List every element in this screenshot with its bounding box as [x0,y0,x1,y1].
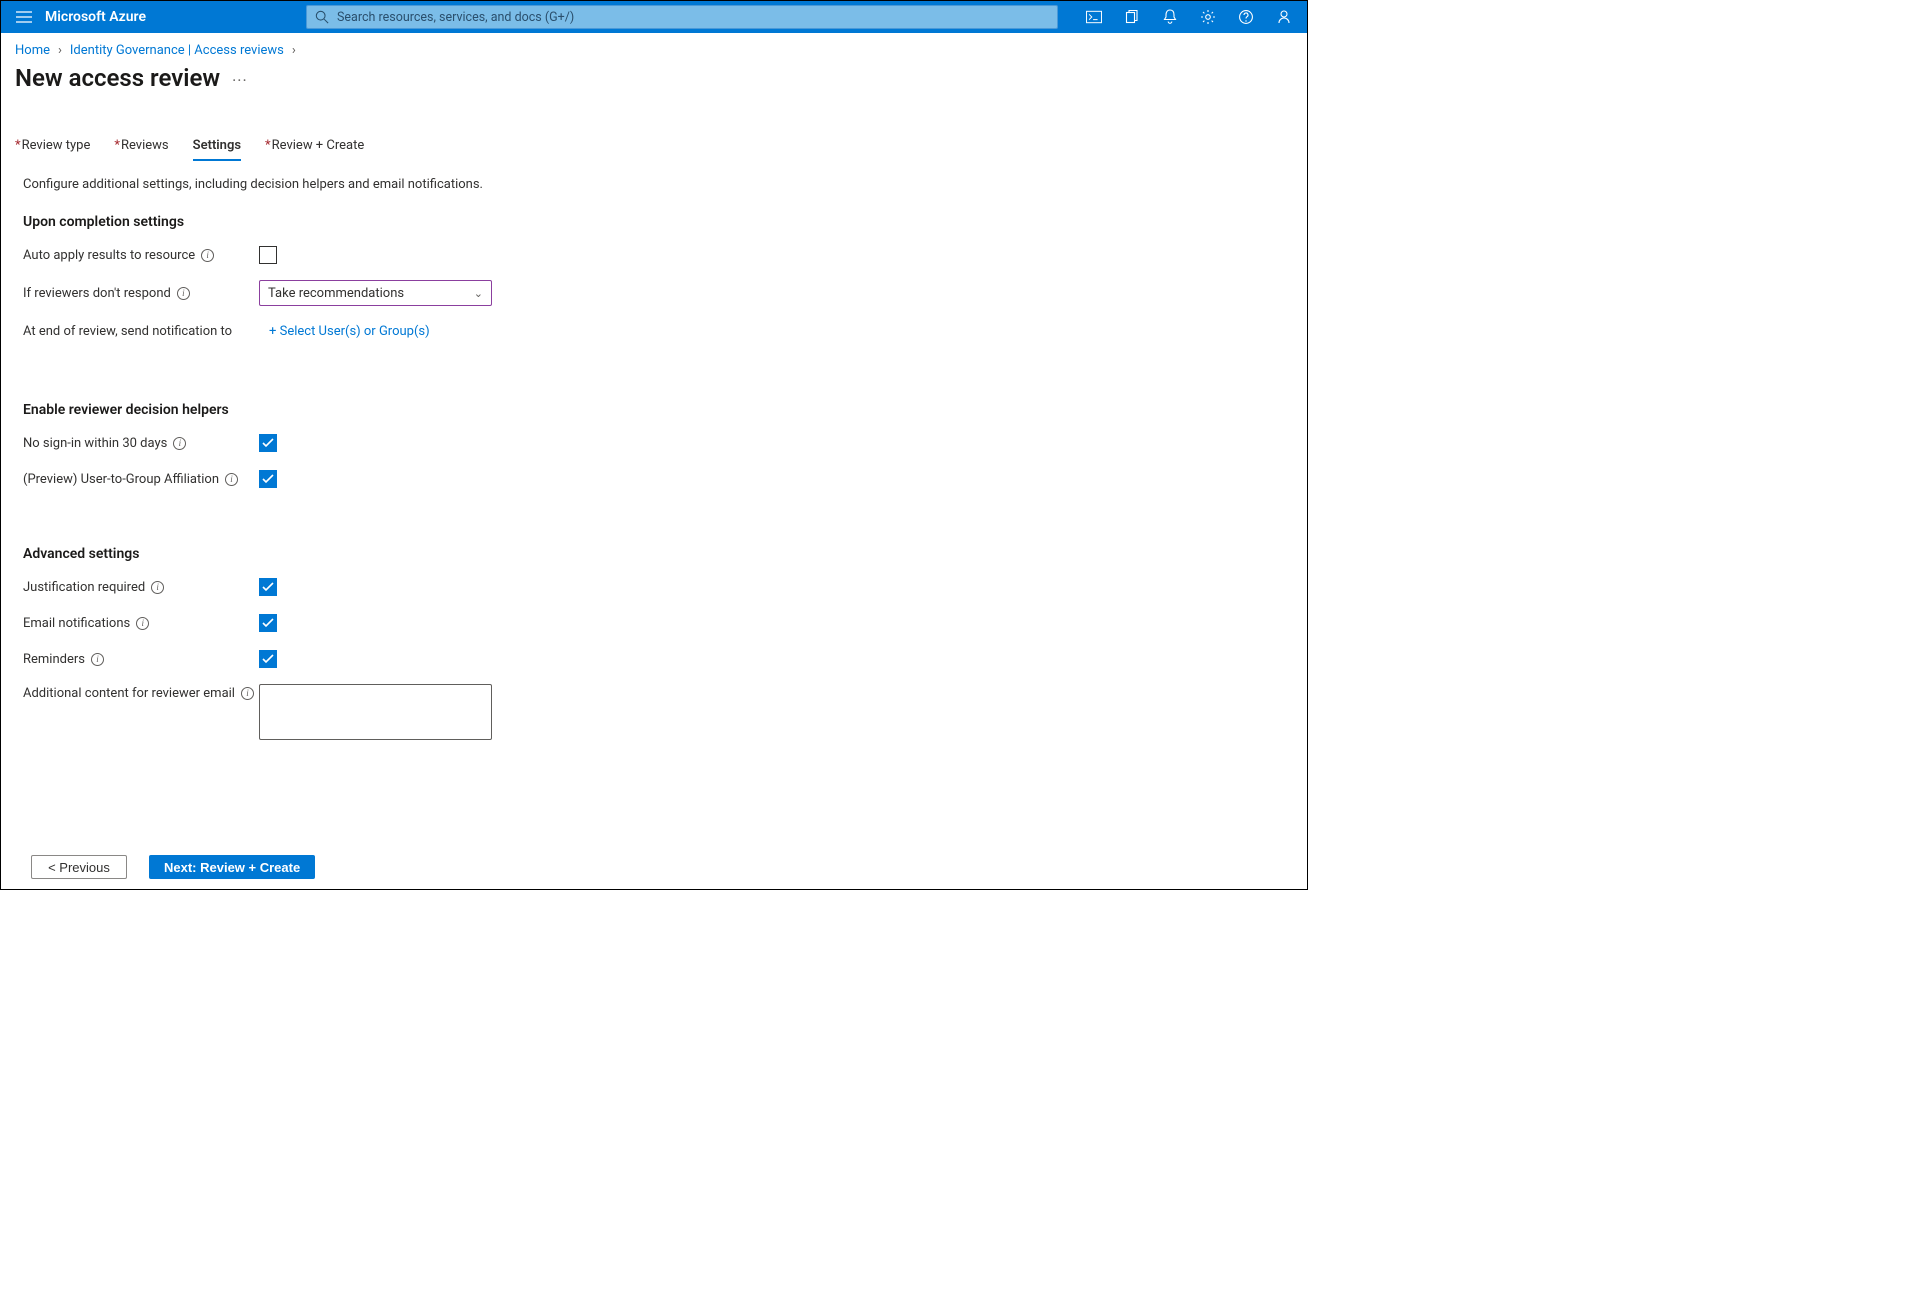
section-advanced: Advanced settings [23,546,1285,562]
breadcrumb-home[interactable]: Home [15,43,50,58]
reminders-checkbox[interactable] [259,650,277,668]
settings-description: Configure additional settings, including… [23,177,1285,192]
info-icon[interactable]: i [201,249,214,262]
settings-icon[interactable] [1189,1,1227,33]
directory-switch-icon[interactable] [1113,1,1151,33]
no-signin-checkbox[interactable] [259,434,277,452]
no-signin-label: No sign-in within 30 days [23,436,167,451]
additional-content-textarea[interactable] [259,684,492,740]
hamburger-icon[interactable] [5,1,43,33]
select-users-link[interactable]: + Select User(s) or Group(s) [269,324,430,339]
tab-reviews-label: Reviews [121,138,169,153]
tab-review-type[interactable]: *Review type [15,138,90,161]
section-upon-completion: Upon completion settings [23,214,1285,230]
auto-apply-label: Auto apply results to resource [23,248,195,263]
feedback-icon[interactable] [1265,1,1303,33]
no-respond-label: If reviewers don't respond [23,286,171,301]
additional-content-label: Additional content for reviewer email [23,686,235,701]
reminders-label: Reminders [23,652,85,667]
previous-button[interactable]: < Previous [31,855,127,879]
chevron-right-icon: › [58,43,62,58]
brand-label: Microsoft Azure [45,9,146,25]
page-title-row: New access review ··· [1,58,1307,92]
help-icon[interactable] [1227,1,1265,33]
chevron-down-icon: ⌄ [474,287,483,300]
email-checkbox[interactable] [259,614,277,632]
u2g-label: (Preview) User-to-Group Affiliation [23,472,219,487]
section-decision-helpers: Enable reviewer decision helpers [23,402,1285,418]
info-icon[interactable]: i [151,581,164,594]
page-title: New access review [15,64,220,92]
info-icon[interactable]: i [136,617,149,630]
tab-settings-label: Settings [193,138,241,153]
u2g-checkbox[interactable] [259,470,277,488]
field-additional-content: Additional content for reviewer email i [23,684,1285,740]
justification-label: Justification required [23,580,145,595]
tab-reviews[interactable]: *Reviews [114,138,168,161]
more-actions-icon[interactable]: ··· [232,71,248,90]
cloud-shell-icon[interactable] [1075,1,1113,33]
field-reminders: Reminders i [23,648,1285,670]
notifications-icon[interactable] [1151,1,1189,33]
global-search[interactable]: Search resources, services, and docs (G+… [306,5,1058,29]
field-u2g: (Preview) User-to-Group Affiliation i [23,468,1285,490]
settings-content: Configure additional settings, including… [1,161,1307,740]
field-auto-apply: Auto apply results to resource i [23,244,1285,266]
field-notify: At end of review, send notification to +… [23,320,1285,342]
top-bar: Microsoft Azure Search resources, servic… [1,1,1307,33]
notify-label: At end of review, send notification to [23,324,232,339]
info-icon[interactable]: i [241,687,254,700]
tab-review-create-label: Review + Create [272,138,365,153]
top-icons [1075,1,1303,33]
field-email: Email notifications i [23,612,1285,634]
field-no-signin: No sign-in within 30 days i [23,432,1285,454]
breadcrumb-identity-governance[interactable]: Identity Governance | Access reviews [70,43,284,58]
justification-checkbox[interactable] [259,578,277,596]
info-icon[interactable]: i [225,473,238,486]
tab-settings[interactable]: Settings [193,138,241,161]
info-icon[interactable]: i [177,287,190,300]
no-respond-select[interactable]: Take recommendations ⌄ [259,280,492,306]
field-no-respond: If reviewers don't respond i Take recomm… [23,280,1285,306]
tab-review-create[interactable]: *Review + Create [265,138,364,161]
wizard-footer: < Previous Next: Review + Create [1,855,1307,879]
breadcrumb: Home › Identity Governance | Access revi… [1,33,1307,58]
wizard-tabs: *Review type *Reviews Settings *Review +… [1,138,1307,161]
tab-review-type-label: Review type [22,138,91,153]
auto-apply-checkbox[interactable] [259,246,277,264]
info-icon[interactable]: i [91,653,104,666]
search-placeholder: Search resources, services, and docs (G+… [337,10,574,25]
no-respond-value: Take recommendations [268,286,404,301]
email-label: Email notifications [23,616,130,631]
chevron-right-icon: › [292,43,296,58]
search-icon [315,10,329,24]
field-justification: Justification required i [23,576,1285,598]
info-icon[interactable]: i [173,437,186,450]
next-button[interactable]: Next: Review + Create [149,855,315,879]
